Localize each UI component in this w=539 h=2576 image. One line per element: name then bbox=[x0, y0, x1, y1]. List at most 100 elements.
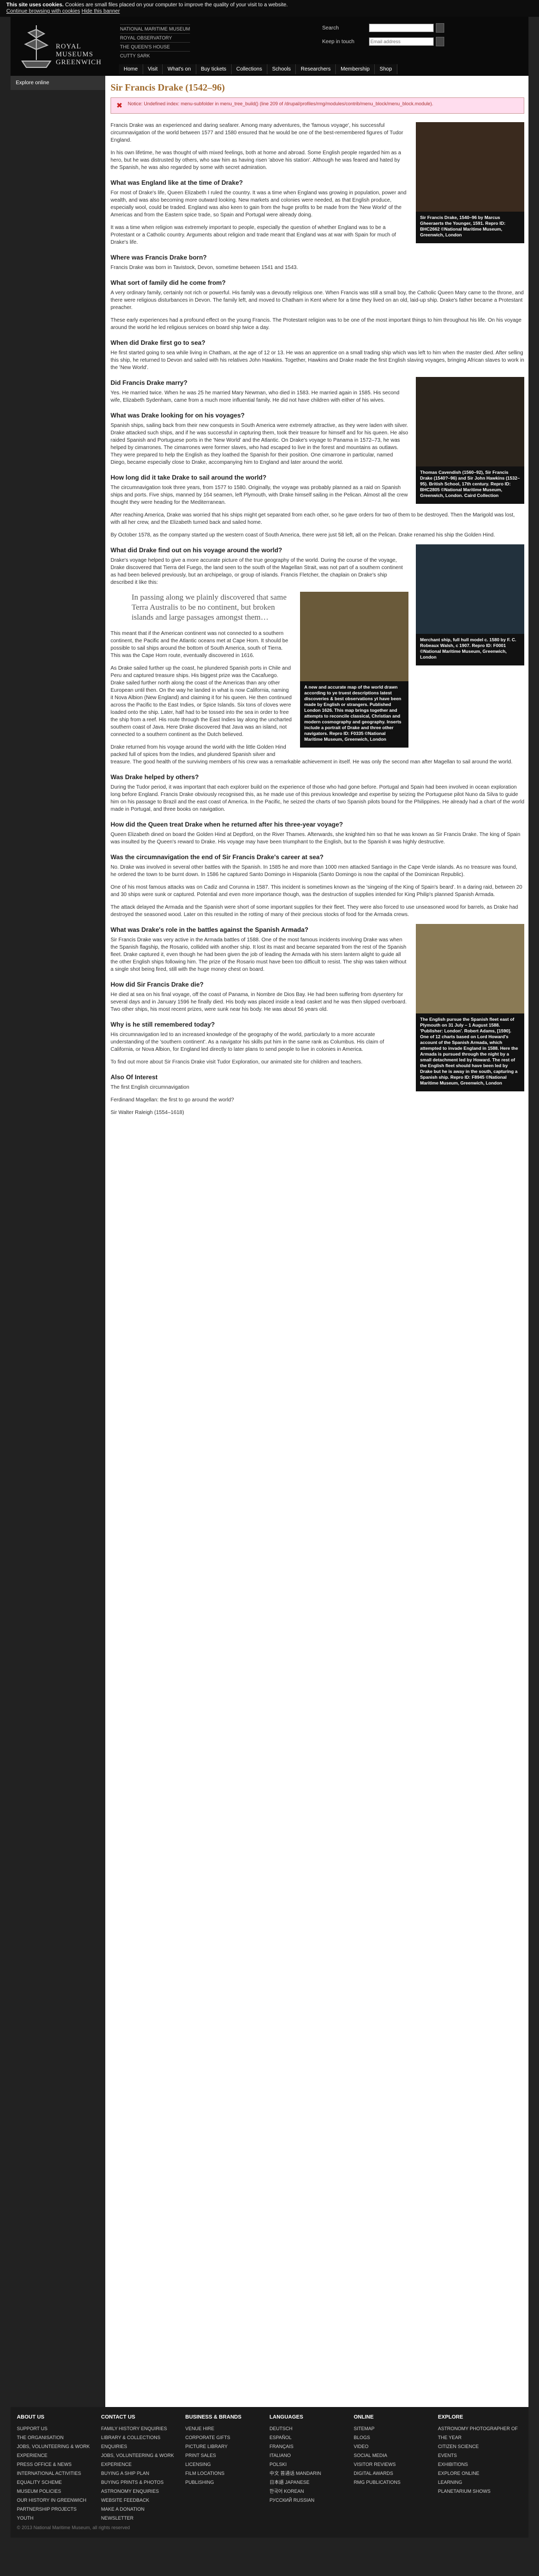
footer-link[interactable]: LIBRARY & COLLECTIONS ENQUIRIES bbox=[101, 2433, 185, 2451]
footer-link[interactable]: EVENTS bbox=[438, 2451, 522, 2460]
paragraph: Sir Walter Raleigh (1554–1618) bbox=[111, 1110, 184, 1116]
footer-link[interactable]: JOBS, VOLUNTEERING & WORK EXPERIENCE bbox=[17, 2442, 101, 2460]
section-heading: Was the circumnavigation the end of Sir … bbox=[111, 853, 324, 861]
footer-link[interactable]: ASTRONOMY PHOTOGRAPHER OF THE YEAR bbox=[438, 2424, 522, 2442]
footer-link[interactable]: SITEMAP bbox=[354, 2424, 438, 2433]
site-link[interactable]: CUTTY SARK bbox=[120, 51, 191, 60]
footer-link[interactable]: BUYING A SHIP PLAN bbox=[101, 2469, 185, 2478]
footer-link[interactable]: PRINT SALES bbox=[185, 2451, 270, 2460]
figure-image[interactable] bbox=[416, 122, 524, 212]
footer-link[interactable]: 日本語 JAPANESE bbox=[270, 2478, 354, 2487]
footer-link[interactable]: EQUALITY SCHEME bbox=[17, 2478, 101, 2487]
footer-link[interactable]: FAMILY HISTORY ENQUIRIES bbox=[101, 2424, 185, 2433]
footer-heading[interactable]: BUSINESS & BRANDS bbox=[185, 2414, 270, 2420]
site-link[interactable]: NATIONAL MARITIME MUSEUM bbox=[120, 24, 191, 33]
footer-link[interactable]: DIGITAL AWARDS bbox=[354, 2469, 438, 2478]
footer-link[interactable]: CORPORATE GIFTS bbox=[185, 2433, 270, 2442]
figure[interactable]: Sir Francis Drake, 1540–96 by Marcus Ghe… bbox=[416, 122, 524, 243]
header-search: Search Keep in touch bbox=[322, 23, 444, 51]
figure-image[interactable] bbox=[300, 592, 408, 681]
footer-heading[interactable]: ONLINE bbox=[354, 2414, 438, 2420]
nav-item-schools[interactable]: Schools bbox=[267, 64, 296, 74]
nav-item-membership[interactable]: Membership bbox=[336, 64, 375, 74]
notice-text: Notice: Undefined index: menu-subfolder … bbox=[127, 101, 434, 106]
search-button[interactable] bbox=[435, 23, 444, 33]
footer-link[interactable]: FILM LOCATIONS bbox=[185, 2469, 270, 2478]
figure[interactable]: The English pursue the Spanish fleet eas… bbox=[416, 924, 524, 1091]
footer-column: LANGUAGES DEUTSCH ESPAÑOL FRANÇAIS ITALIANO P… bbox=[270, 2414, 354, 2523]
cookie-continue-link[interactable]: Continue browsing with cookies bbox=[6, 8, 80, 14]
nav-item-buy-tickets[interactable]: Buy tickets bbox=[196, 64, 232, 74]
main-nav: Home Visit What's on Buy tickets Collect… bbox=[119, 64, 397, 74]
site-link[interactable]: THE QUEEN'S HOUSE bbox=[120, 42, 191, 51]
nav-item-shop[interactable]: Shop bbox=[375, 64, 397, 74]
footer-link[interactable]: DEUTSCH bbox=[270, 2424, 354, 2433]
nav-item-home[interactable]: Home bbox=[119, 64, 143, 74]
footer-link[interactable]: PLANETARIUM SHOWS bbox=[438, 2487, 522, 2496]
footer-link[interactable]: LICENSING bbox=[185, 2460, 270, 2469]
footer-heading[interactable]: CONTACT US bbox=[101, 2414, 185, 2420]
footer-link[interactable]: BLOGS bbox=[354, 2433, 438, 2442]
search-input[interactable] bbox=[368, 24, 434, 32]
copyright: © 2013 National Maritime Museum, all rig… bbox=[17, 2525, 130, 2530]
footer-link[interactable]: VIDEO bbox=[354, 2442, 438, 2451]
footer-link[interactable]: WEBSITE FEEDBACK bbox=[101, 2496, 185, 2505]
rmg-logo[interactable]: ROYAL MUSEUMS GREENWICH bbox=[18, 21, 101, 69]
footer-link[interactable]: PARTNERSHIP PROJECTS bbox=[17, 2505, 101, 2514]
nav-item-whats-on[interactable]: What's on bbox=[163, 64, 196, 74]
footer-link[interactable]: 中文 普通话 MANDARIN bbox=[270, 2469, 354, 2478]
sidebar-heading[interactable]: Explore online bbox=[11, 76, 105, 90]
footer-link[interactable]: ASTRONOMY ENQUIRIES bbox=[101, 2487, 185, 2496]
email-field[interactable] bbox=[368, 37, 434, 46]
footer-link[interactable]: VENUE HIRE bbox=[185, 2424, 270, 2433]
footer-link[interactable]: NEWSLETTER bbox=[101, 2514, 185, 2523]
footer-link[interactable]: MAKE A DONATION bbox=[101, 2505, 185, 2514]
footer-link[interactable]: MUSEUM POLICIES bbox=[17, 2487, 101, 2496]
footer-link[interactable]: VISITOR REVIEWS bbox=[354, 2460, 438, 2469]
footer-heading[interactable]: ABOUT US bbox=[17, 2414, 101, 2420]
footer-link[interactable]: ITALIANO bbox=[270, 2451, 354, 2460]
site-link[interactable]: ROYAL OBSERVATORY bbox=[120, 33, 191, 42]
footer-link[interactable]: CITIZEN SCIENCE bbox=[438, 2442, 522, 2451]
paragraph: Francis Drake was born in Tavistock, Dev… bbox=[111, 265, 298, 271]
footer-link[interactable]: 한국어 KOREAN bbox=[270, 2487, 354, 2496]
footer-link[interactable]: РУССКИЙ RUSSIAN bbox=[270, 2496, 354, 2505]
cookie-hide-link[interactable]: Hide this banner bbox=[82, 8, 120, 14]
footer-column: EXPLORE ASTRONOMY PHOTOGRAPHER OF THE YEA… bbox=[438, 2414, 522, 2523]
nav-item-researchers[interactable]: Researchers bbox=[296, 64, 336, 74]
footer-link[interactable]: PRESS OFFICE & NEWS bbox=[17, 2460, 101, 2469]
nav-item-visit[interactable]: Visit bbox=[143, 64, 163, 74]
footer-link[interactable]: BUYING PRINTS & PHOTOS bbox=[101, 2478, 185, 2487]
paragraph: No. Drake was involved in several other … bbox=[111, 864, 517, 878]
figure[interactable]: Merchant ship, full hull model c. 1580 b… bbox=[416, 544, 524, 665]
footer-link[interactable]: POLSKI bbox=[270, 2460, 354, 2469]
footer-link[interactable]: PUBLISHING bbox=[185, 2478, 270, 2487]
footer-link[interactable]: SUPPORT US bbox=[17, 2424, 101, 2433]
figure-image[interactable] bbox=[416, 544, 524, 634]
footer-link[interactable]: OUR HISTORY IN GREENWICH bbox=[17, 2496, 101, 2505]
figure[interactable]: A new and accurate map of the world draw… bbox=[300, 592, 408, 748]
subscribe-button[interactable] bbox=[435, 37, 444, 46]
figure-image[interactable] bbox=[416, 377, 524, 466]
footer-link[interactable]: YOUTH bbox=[17, 2514, 101, 2523]
figure-image[interactable] bbox=[416, 924, 524, 1013]
footer-link[interactable]: EXHIBITIONS bbox=[438, 2460, 522, 2469]
footer-link[interactable]: RMG PUBLICATIONS bbox=[354, 2478, 438, 2487]
nav-item-collections[interactable]: Collections bbox=[231, 64, 267, 74]
figure-caption: The English pursue the Spanish fleet eas… bbox=[420, 1017, 518, 1086]
footer-link[interactable]: SOCIAL MEDIA bbox=[354, 2451, 438, 2460]
figure[interactable]: Thomas Cavendish (1560–92), Sir Francis … bbox=[416, 377, 524, 504]
footer-link[interactable]: INTERNATIONAL ACTIVITIES bbox=[17, 2469, 101, 2478]
footer-heading[interactable]: EXPLORE bbox=[438, 2414, 522, 2420]
footer-heading[interactable]: LANGUAGES bbox=[270, 2414, 354, 2420]
footer-link[interactable]: JOBS, VOLUNTEERING & WORK EXPERIENCE bbox=[101, 2451, 185, 2469]
cookie-text: Cookies are small files placed on your c… bbox=[65, 2, 288, 8]
footer-link[interactable]: ESPAÑOL bbox=[270, 2433, 354, 2442]
footer-link[interactable]: LEARNING bbox=[438, 2478, 522, 2487]
footer-link[interactable]: THE ORGANISATION bbox=[17, 2433, 101, 2442]
footer-link[interactable]: PICTURE LIBRARY bbox=[185, 2442, 270, 2451]
footer-link[interactable]: EXPLORE ONLINE bbox=[438, 2469, 522, 2478]
footer-column: BUSINESS & BRANDS VENUE HIRE CORPORATE GIF… bbox=[185, 2414, 270, 2523]
search-label: Search bbox=[322, 25, 339, 31]
footer-link[interactable]: FRANÇAIS bbox=[270, 2442, 354, 2451]
